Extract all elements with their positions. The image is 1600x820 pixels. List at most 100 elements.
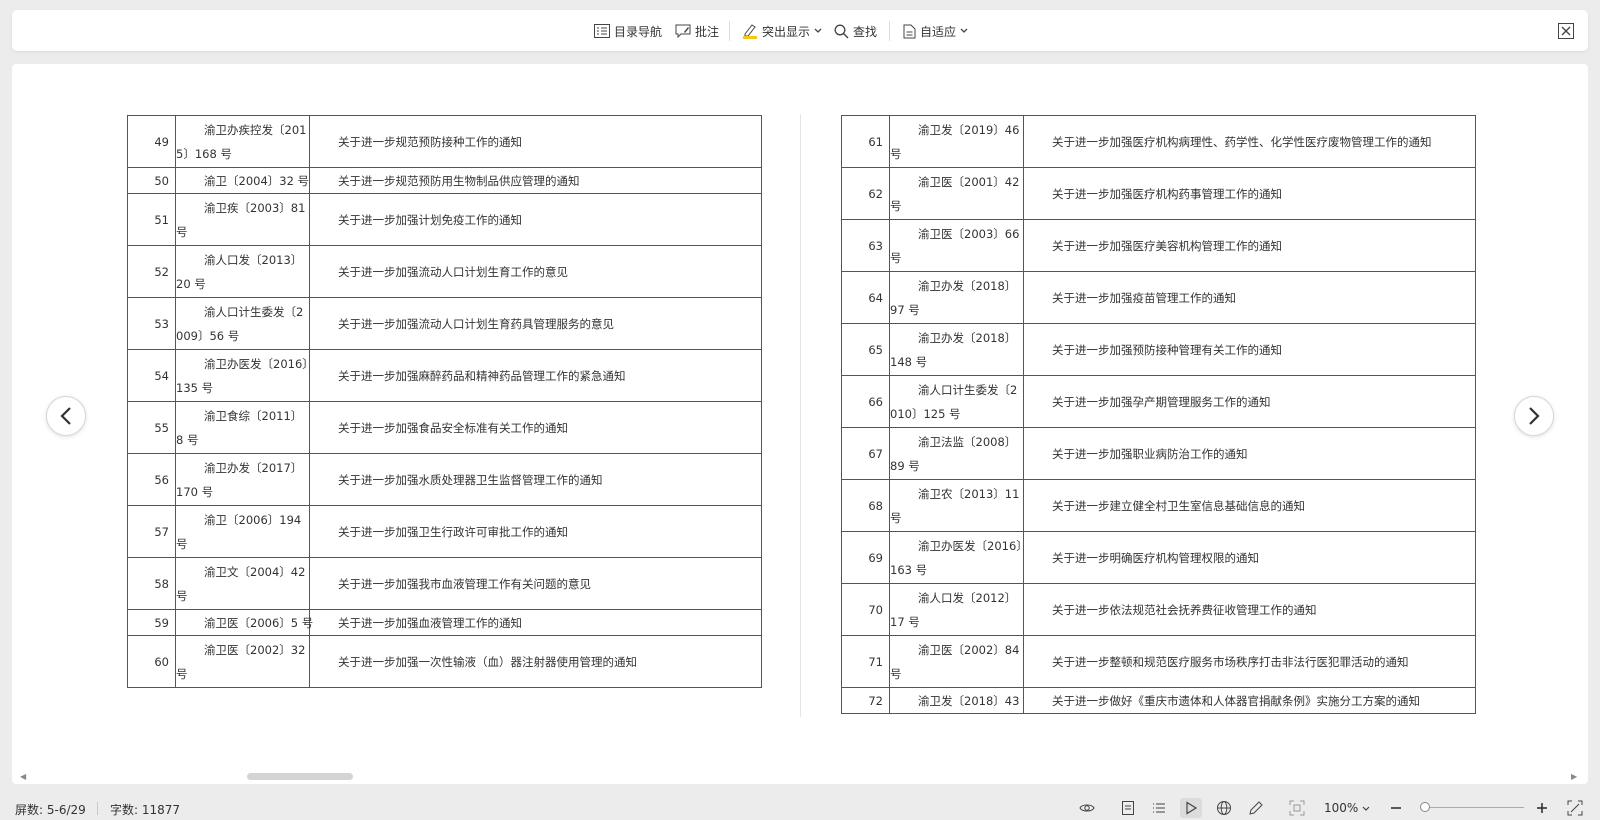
row-number: 67 xyxy=(841,427,890,480)
table-row: 53 渝人口计生委发〔2009〕56 号关于进一步加强流动人口计划生育药具管理服务… xyxy=(127,297,762,350)
table-row: 71 渝卫医〔2002〕84 号关于进一步整顿和规范医疗服务市场秩序打击非法行医犯… xyxy=(841,635,1476,688)
document-number-text: 渝卫发〔2019〕46 号 xyxy=(890,122,1020,161)
document-number-text: 渝卫办发〔2018〕148 号 xyxy=(890,330,1017,369)
page-divider xyxy=(800,114,801,717)
document-number: 渝卫医〔2003〕66 号 xyxy=(889,219,1024,272)
fullscreen-icon[interactable] xyxy=(1567,800,1583,816)
document-title: 关于进一步加强食品安全标准有关工作的通知 xyxy=(309,401,762,454)
search-icon xyxy=(834,24,849,38)
document-number-text: 渝人口发〔2013〕20 号 xyxy=(176,252,303,291)
table-row: 54 渝卫办医发〔2016〕135 号关于进一步加强麻醉药品和精神药品管理工作的紧… xyxy=(127,349,762,402)
document-number: 渝卫办发〔2018〕97 号 xyxy=(889,271,1024,324)
document-number: 渝人口发〔2012〕17 号 xyxy=(889,583,1024,636)
row-number: 57 xyxy=(127,505,176,558)
document-number-text: 渝卫〔2004〕32 号 xyxy=(204,173,310,188)
scroll-left-icon[interactable]: ◀ xyxy=(20,772,26,781)
row-number: 58 xyxy=(127,557,176,610)
document-number: 渝卫医〔2002〕32 号 xyxy=(175,635,310,688)
document-number: 渝卫医〔2002〕84 号 xyxy=(889,635,1024,688)
row-number: 59 xyxy=(127,609,176,636)
document-number: 渝卫办发〔2017〕170 号 xyxy=(175,453,310,506)
table-row: 49 渝卫办疾控发〔2015〕168 号关于进一步规范预防接种工作的通知 xyxy=(127,115,762,168)
document-table-left: 49 渝卫办疾控发〔2015〕168 号关于进一步规范预防接种工作的通知 50 渝卫〔… xyxy=(127,115,762,688)
eye-icon[interactable] xyxy=(1079,800,1095,816)
document-number: 渝卫医〔2006〕5 号 xyxy=(175,609,313,636)
document-title: 关于进一步规范预防用生物制品供应管理的通知 xyxy=(309,167,762,194)
find-button[interactable]: 查找 xyxy=(834,20,877,42)
fit-button[interactable]: 自适应 xyxy=(903,20,968,42)
zoom-out-icon[interactable] xyxy=(1389,800,1405,816)
status-bar: 屏数: 5-6/29 字数: 11877 100% xyxy=(0,796,1600,820)
highlight-button[interactable]: 突出显示 xyxy=(742,20,822,42)
row-number: 64 xyxy=(841,271,890,324)
row-number: 56 xyxy=(127,453,176,506)
table-row: 59 渝卫医〔2006〕5 号关于进一步加强血液管理工作的通知 xyxy=(127,609,762,636)
find-label: 查找 xyxy=(853,24,878,39)
document-number-text: 渝卫食综〔2011〕8 号 xyxy=(176,408,303,447)
table-row: 51 渝卫疾〔2003〕81 号关于进一步加强计划免疫工作的通知 xyxy=(127,193,762,246)
next-page-button[interactable] xyxy=(1514,396,1554,436)
page-view-icon[interactable] xyxy=(1120,800,1136,816)
highlighter-icon xyxy=(743,24,757,39)
close-icon xyxy=(1558,23,1574,39)
chevron-right-icon xyxy=(1529,407,1540,425)
row-number: 63 xyxy=(841,219,890,272)
row-number: 61 xyxy=(841,115,890,168)
document-title: 关于进一步加强疫苗管理工作的通知 xyxy=(1023,271,1476,324)
document-number-text: 渝卫办发〔2017〕170 号 xyxy=(176,460,303,499)
table-row: 62 渝卫医〔2001〕42 号关于进一步加强医疗机构药事管理工作的通知 xyxy=(841,167,1476,220)
zoom-slider-knob[interactable] xyxy=(1420,802,1430,812)
document-number: 渝卫医〔2001〕42 号 xyxy=(889,167,1024,220)
document-number-text: 渝卫办疾控发〔2015〕168 号 xyxy=(176,122,307,161)
toc-nav-button[interactable]: 目录导航 xyxy=(594,20,662,42)
zoom-in-icon[interactable] xyxy=(1535,800,1551,816)
row-number: 70 xyxy=(841,583,890,636)
row-number: 52 xyxy=(127,245,176,298)
scroll-right-icon[interactable]: ▶ xyxy=(1571,772,1577,781)
row-number: 66 xyxy=(841,375,890,428)
close-button[interactable] xyxy=(1558,23,1574,39)
document-number-text: 渝卫发〔2018〕43 xyxy=(918,693,1020,708)
outline-view-icon[interactable] xyxy=(1151,800,1167,816)
scrollbar-thumb[interactable] xyxy=(247,773,353,780)
document-number: 渝卫〔2004〕32 号 xyxy=(175,167,310,194)
document-title: 关于进一步依法规范社会抚养费征收管理工作的通知 xyxy=(1023,583,1476,636)
chevron-left-icon xyxy=(60,407,71,425)
pen-icon[interactable] xyxy=(1248,800,1264,816)
horizontal-scrollbar[interactable]: ◀ ▶ xyxy=(12,770,1588,782)
row-number: 49 xyxy=(127,115,176,168)
table-row: 60 渝卫医〔2002〕32 号关于进一步加强一次性输液（血）器注射器使用管理的通… xyxy=(127,635,762,688)
document-number-text: 渝卫办发〔2018〕97 号 xyxy=(890,278,1017,317)
document-title: 关于进一步加强医疗美容机构管理工作的通知 xyxy=(1023,219,1476,272)
document-number-text: 渝卫医〔2001〕42 号 xyxy=(890,174,1020,213)
row-number: 54 xyxy=(127,349,176,402)
play-icon[interactable] xyxy=(1180,798,1202,818)
table-row: 56 渝卫办发〔2017〕170 号关于进一步加强水质处理器卫生监督管理工作的通知 xyxy=(127,453,762,506)
document-title: 关于进一步加强预防接种管理有关工作的通知 xyxy=(1023,323,1476,376)
document-number-text: 渝人口计生委发〔2010〕125 号 xyxy=(890,382,1018,421)
previous-page-button[interactable] xyxy=(46,396,86,436)
document-title: 关于进一步做好《重庆市遗体和人体器官捐献条例》实施分工方案的通知 xyxy=(1023,687,1476,714)
annotate-button[interactable]: 批注 xyxy=(675,20,719,42)
document-viewer: 49 渝卫办疾控发〔2015〕168 号关于进一步规范预防接种工作的通知 50 渝卫〔… xyxy=(12,64,1588,784)
web-view-icon[interactable] xyxy=(1216,800,1232,816)
fit-screen-icon[interactable] xyxy=(1289,800,1305,816)
document-title: 关于进一步加强水质处理器卫生监督管理工作的通知 xyxy=(309,453,762,506)
document-title: 关于进一步加强麻醉药品和精神药品管理工作的紧急通知 xyxy=(309,349,762,402)
table-row: 52 渝人口发〔2013〕20 号关于进一步加强流动人口计划生育工作的意见 xyxy=(127,245,762,298)
zoom-dropdown[interactable]: 100% xyxy=(1324,801,1370,815)
document-number: 渝人口计生委发〔2010〕125 号 xyxy=(889,375,1024,428)
row-number: 71 xyxy=(841,635,890,688)
document-title: 关于进一步加强职业病防治工作的通知 xyxy=(1023,427,1476,480)
chevron-down-icon xyxy=(1362,806,1370,811)
table-row: 69 渝卫办医发〔2016〕163 号关于进一步明确医疗机构管理权限的通知 xyxy=(841,531,1476,584)
document-number: 渝人口发〔2013〕20 号 xyxy=(175,245,310,298)
zoom-slider-track[interactable] xyxy=(1424,807,1524,808)
table-row: 70 渝人口发〔2012〕17 号关于进一步依法规范社会抚养费征收管理工作的通知 xyxy=(841,583,1476,636)
toc-icon xyxy=(594,24,610,38)
document-title: 关于进一步加强流动人口计划生育工作的意见 xyxy=(309,245,762,298)
document-number-text: 渝卫医〔2002〕32 号 xyxy=(176,642,306,681)
document-number-text: 渝卫文〔2004〕42 号 xyxy=(176,564,306,603)
document-number-text: 渝卫〔2006〕194 号 xyxy=(176,512,302,551)
fit-page-icon xyxy=(903,24,916,38)
